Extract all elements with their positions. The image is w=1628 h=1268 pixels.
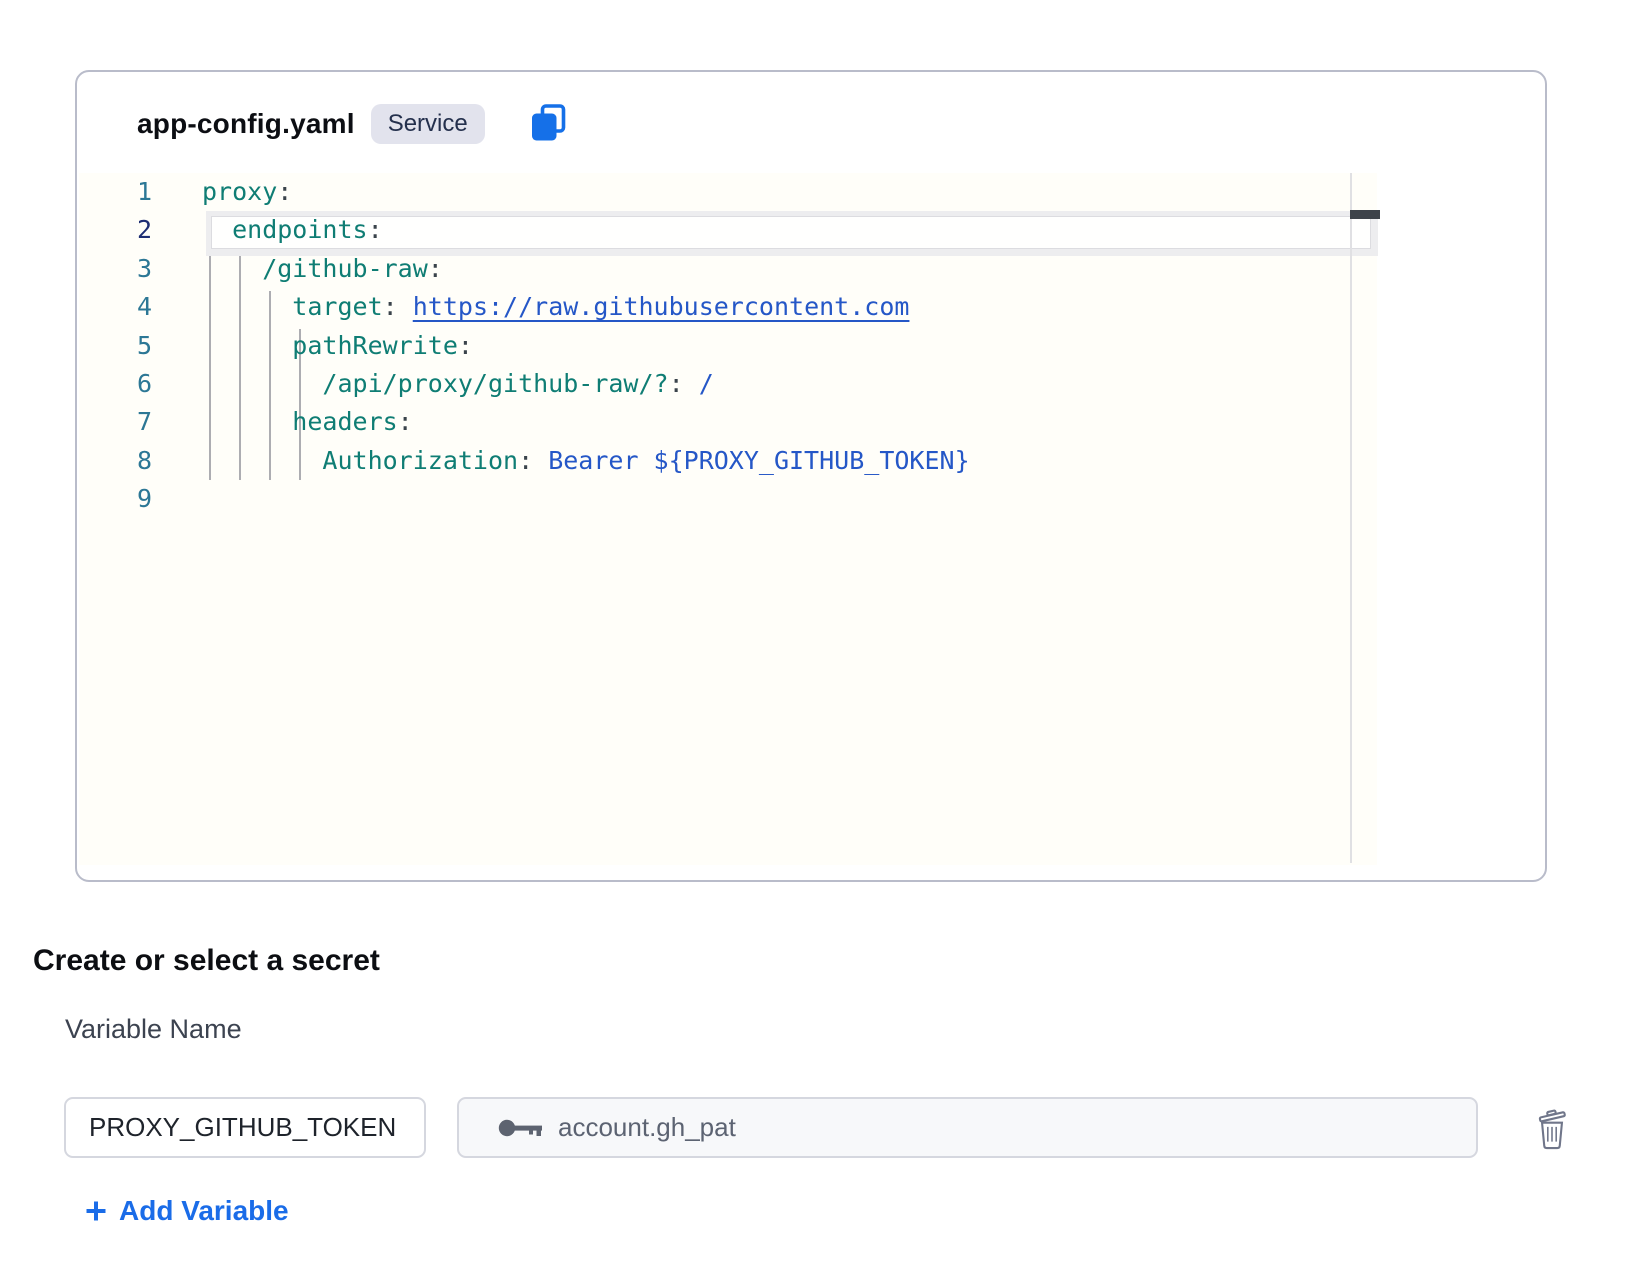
code-card-header: app-config.yaml Service: [137, 103, 569, 145]
section-heading: Create or select a secret: [33, 944, 380, 978]
code-line: endpoints:: [202, 211, 970, 249]
plus-icon: [84, 1199, 108, 1223]
code-token: /api/proxy/github-raw/?: [202, 369, 669, 398]
variable-name-label: Variable Name: [65, 1014, 242, 1045]
code-token: Authorization: [202, 446, 518, 475]
code-token: :: [458, 331, 473, 360]
secret-select[interactable]: account.gh_pat: [457, 1097, 1478, 1158]
code-token: /github-raw: [202, 254, 428, 283]
file-title: app-config.yaml: [137, 108, 355, 140]
copy-button[interactable]: [529, 103, 569, 146]
code-token: :: [518, 446, 548, 475]
code-line: headers:: [202, 403, 970, 441]
line-number: 9: [87, 480, 152, 518]
delete-variable-button[interactable]: [1526, 1104, 1578, 1156]
code-line: /api/proxy/github-raw/?: /: [202, 365, 970, 403]
code-token: /: [699, 369, 714, 398]
code-line: pathRewrite:: [202, 327, 970, 365]
line-number: 6: [87, 365, 152, 403]
editor-scrollbar-divider: [1350, 173, 1352, 863]
yaml-editor[interactable]: proxy: endpoints: /github-raw: target: h…: [202, 173, 970, 519]
editor-scroll-thumb[interactable]: [1350, 210, 1380, 219]
line-number: 2: [87, 211, 152, 249]
code-token: :: [669, 369, 699, 398]
code-card: app-config.yaml Service 123456789 proxy:…: [75, 70, 1547, 882]
service-badge: Service: [371, 104, 485, 143]
code-token: :: [368, 215, 383, 244]
variable-name-input[interactable]: [64, 1097, 426, 1158]
code-token: headers: [202, 407, 398, 436]
line-number: 8: [87, 442, 152, 480]
add-variable-button[interactable]: Add Variable: [84, 1195, 289, 1227]
code-token: Bearer ${PROXY_GITHUB_TOKEN}: [548, 446, 969, 475]
code-line: [202, 480, 970, 518]
code-line: /github-raw:: [202, 250, 970, 288]
key-icon: [498, 1117, 544, 1139]
code-token: target: [202, 292, 383, 321]
code-token: :: [398, 407, 413, 436]
trash-icon: [1533, 1107, 1571, 1154]
code-line: Authorization: Bearer ${PROXY_GITHUB_TOK…: [202, 442, 970, 480]
copy-icon: [529, 103, 569, 146]
code-token: endpoints: [202, 215, 368, 244]
code-token: :: [277, 177, 292, 206]
line-number: 4: [87, 288, 152, 326]
code-link[interactable]: https://raw.githubusercontent.com: [413, 292, 910, 321]
code-token: :: [383, 292, 413, 321]
line-number: 3: [87, 250, 152, 288]
code-line: target: https://raw.githubusercontent.co…: [202, 288, 970, 326]
line-number: 5: [87, 327, 152, 365]
page: app-config.yaml Service 123456789 proxy:…: [0, 0, 1628, 1268]
secret-select-value: account.gh_pat: [558, 1112, 736, 1143]
line-number: 7: [87, 403, 152, 441]
editor-gutter: 123456789: [87, 173, 152, 519]
add-variable-label: Add Variable: [119, 1195, 289, 1227]
code-token: :: [428, 254, 443, 283]
code-line: proxy:: [202, 173, 970, 211]
code-token: pathRewrite: [202, 331, 458, 360]
line-number: 1: [87, 173, 152, 211]
code-token: proxy: [202, 177, 277, 206]
